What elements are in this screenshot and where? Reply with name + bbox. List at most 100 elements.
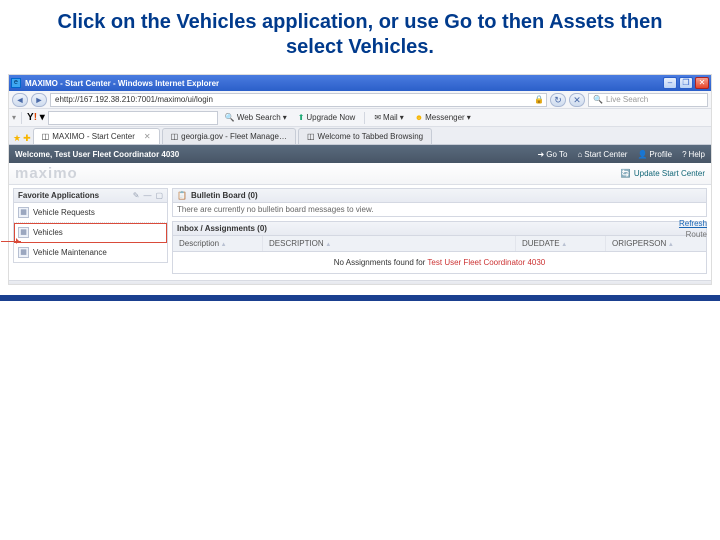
maximo-body: Favorite Applications ✎ — ▢ ▦ Vehicle Re…: [9, 185, 711, 280]
search-placeholder: Live Search: [606, 95, 648, 104]
forward-button[interactable]: ►: [31, 93, 47, 107]
maximo-header: Welcome, Test User Fleet Coordinator 403…: [9, 145, 711, 163]
help-icon: ?: [682, 150, 686, 159]
back-button[interactable]: ◄: [12, 93, 28, 107]
edit-icon[interactable]: ✎: [133, 191, 140, 200]
bulletin-icon: 📋: [177, 191, 187, 200]
favorites-title: Favorite Applications: [18, 191, 133, 200]
favorites-header: Favorite Applications ✎ — ▢: [13, 188, 168, 203]
profile-icon: 👤: [637, 150, 647, 159]
lock-icon: 🔒: [534, 95, 544, 104]
update-start-center-link[interactable]: 🔄 Update Start Center: [621, 169, 705, 178]
add-favorite-icon[interactable]: ✚: [23, 133, 31, 144]
bulletin-header: 📋 Bulletin Board (0): [172, 188, 707, 203]
favorites-star-icon[interactable]: ★: [13, 133, 21, 144]
inbox-columns: Description DESCRIPTION DUEDATE ORIGPERS…: [172, 236, 707, 252]
refresh-icon: 🔄: [621, 169, 631, 178]
app-icon: ▦: [18, 227, 29, 238]
bulletin-title: Bulletin Board (0): [191, 191, 702, 200]
goto-icon: ➜: [538, 150, 545, 159]
callout-arrow: [1, 241, 21, 242]
goto-link[interactable]: ➜Go To: [538, 150, 568, 159]
url-text: http://167.192.38.210:7001/maximo/ui/log…: [59, 95, 212, 104]
ie-statusbar: [9, 280, 711, 284]
inbox-header: Inbox / Assignments (0): [172, 221, 707, 236]
ie-tabstrip: ★ ✚ ◫ MAXIMO - Start Center ✕ ◫ georgia.…: [9, 127, 711, 145]
messenger-icon: ☻: [415, 113, 423, 122]
inbox-title: Inbox / Assignments (0): [177, 224, 702, 233]
fav-label: Vehicles: [33, 228, 63, 237]
expand-icon[interactable]: ▢: [155, 191, 163, 200]
window-controls: – ❐ ✕: [663, 77, 709, 89]
help-link[interactable]: ?Help: [682, 150, 705, 159]
close-button[interactable]: ✕: [695, 77, 709, 89]
profile-link[interactable]: 👤Profile: [637, 150, 672, 159]
fav-label: Vehicle Requests: [33, 208, 95, 217]
no-assign-text: No Assignments found for: [334, 258, 428, 267]
magnifier-icon: 🔍: [225, 113, 235, 122]
separator: [364, 112, 365, 124]
close-tab-icon[interactable]: ✕: [144, 132, 151, 141]
bulletin-message: There are currently no bulletin board me…: [177, 205, 374, 214]
tab-label: georgia.gov - Fleet Manage…: [181, 132, 287, 141]
maximo-nav-links: ➜Go To ⌂Start Center 👤Profile ?Help: [538, 150, 705, 159]
yahoo-toolbar: ▾ Y! ▾ 🔍Web Search ▾ ⬆Upgrade Now ✉Mail …: [9, 109, 711, 127]
col-duedate[interactable]: DUEDATE: [516, 236, 606, 251]
ie-logo-icon: e: [11, 78, 21, 88]
refresh-button[interactable]: ↻: [550, 93, 566, 107]
tab-label: Welcome to Tabbed Browsing: [318, 132, 424, 141]
ie-nav-row: ◄ ► e http://167.192.38.210:7001/maximo/…: [9, 91, 711, 109]
tab-georgia[interactable]: ◫ georgia.gov - Fleet Manage…: [162, 128, 296, 144]
mail-icon: ✉: [374, 113, 381, 122]
minimize-button[interactable]: –: [663, 77, 677, 89]
ie-titlebar: e MAXIMO - Start Center - Windows Intern…: [9, 75, 711, 91]
fav-label: Vehicle Maintenance: [33, 248, 107, 257]
upgrade-button[interactable]: ⬆Upgrade Now: [294, 111, 360, 125]
yahoo-search-input[interactable]: [48, 111, 218, 125]
maximo-brand-row: maximo 🔄 Update Start Center: [9, 163, 711, 185]
refresh-link[interactable]: Refresh: [679, 219, 707, 228]
tab-welcome[interactable]: ◫ Welcome to Tabbed Browsing: [298, 128, 432, 144]
slide-title: Click on the Vehicles application, or us…: [0, 0, 720, 74]
col-description2[interactable]: DESCRIPTION: [263, 236, 516, 251]
inbox-side-links: Refresh Route: [679, 219, 707, 239]
screenshot-container: e MAXIMO - Start Center - Windows Intern…: [8, 74, 712, 285]
minimize-icon[interactable]: —: [143, 191, 151, 200]
favorites-portlet: Favorite Applications ✎ — ▢ ▦ Vehicle Re…: [13, 188, 168, 274]
route-link[interactable]: Route: [679, 230, 707, 239]
no-assign-user: Test User Fleet Coordinator 4030: [427, 258, 545, 267]
maximo-logo: maximo: [15, 165, 78, 182]
start-center-link[interactable]: ⌂Start Center: [577, 150, 627, 159]
slide-footer-strip: [0, 295, 720, 301]
inbox-empty-row: No Assignments found for Test User Fleet…: [172, 252, 707, 274]
page-icon: ◫: [307, 132, 315, 141]
welcome-text: Welcome, Test User Fleet Coordinator 403…: [15, 150, 528, 159]
maximize-button[interactable]: ❐: [679, 77, 693, 89]
page-icon: ◫: [42, 132, 50, 141]
address-bar[interactable]: e http://167.192.38.210:7001/maximo/ui/l…: [50, 93, 547, 107]
app-icon: ▦: [18, 247, 29, 258]
tab-label: MAXIMO - Start Center: [52, 132, 135, 141]
separator: [21, 112, 22, 124]
yahoo-logo-icon[interactable]: Y! ▾: [27, 112, 45, 123]
arrow-up-icon: ⬆: [298, 113, 305, 122]
page-icon: ◫: [171, 132, 179, 141]
fav-vehicle-maintenance[interactable]: ▦ Vehicle Maintenance: [14, 243, 167, 262]
search-icon: 🔍: [593, 95, 603, 104]
web-search-button[interactable]: 🔍Web Search ▾: [221, 111, 291, 125]
window-title: MAXIMO - Start Center - Windows Internet…: [25, 79, 663, 88]
tab-maximo[interactable]: ◫ MAXIMO - Start Center ✕: [33, 128, 160, 144]
chevron-down-icon[interactable]: ▾: [12, 113, 16, 122]
favorites-list: ▦ Vehicle Requests ▦ Vehicles ▦ Vehicle …: [13, 203, 168, 263]
bulletin-body: There are currently no bulletin board me…: [172, 202, 707, 217]
app-icon: ▦: [18, 207, 29, 218]
mail-button[interactable]: ✉Mail ▾: [370, 111, 407, 125]
fav-vehicles[interactable]: ▦ Vehicles: [14, 223, 167, 243]
inbox-portlet: Inbox / Assignments (0) Description DESC…: [172, 221, 707, 274]
stop-button[interactable]: ✕: [569, 93, 585, 107]
home-icon: ⌂: [577, 150, 582, 159]
browser-search-box[interactable]: 🔍 Live Search: [588, 93, 708, 107]
messenger-button[interactable]: ☻Messenger ▾: [411, 111, 475, 125]
col-description[interactable]: Description: [173, 236, 263, 251]
fav-vehicle-requests[interactable]: ▦ Vehicle Requests: [14, 203, 167, 223]
